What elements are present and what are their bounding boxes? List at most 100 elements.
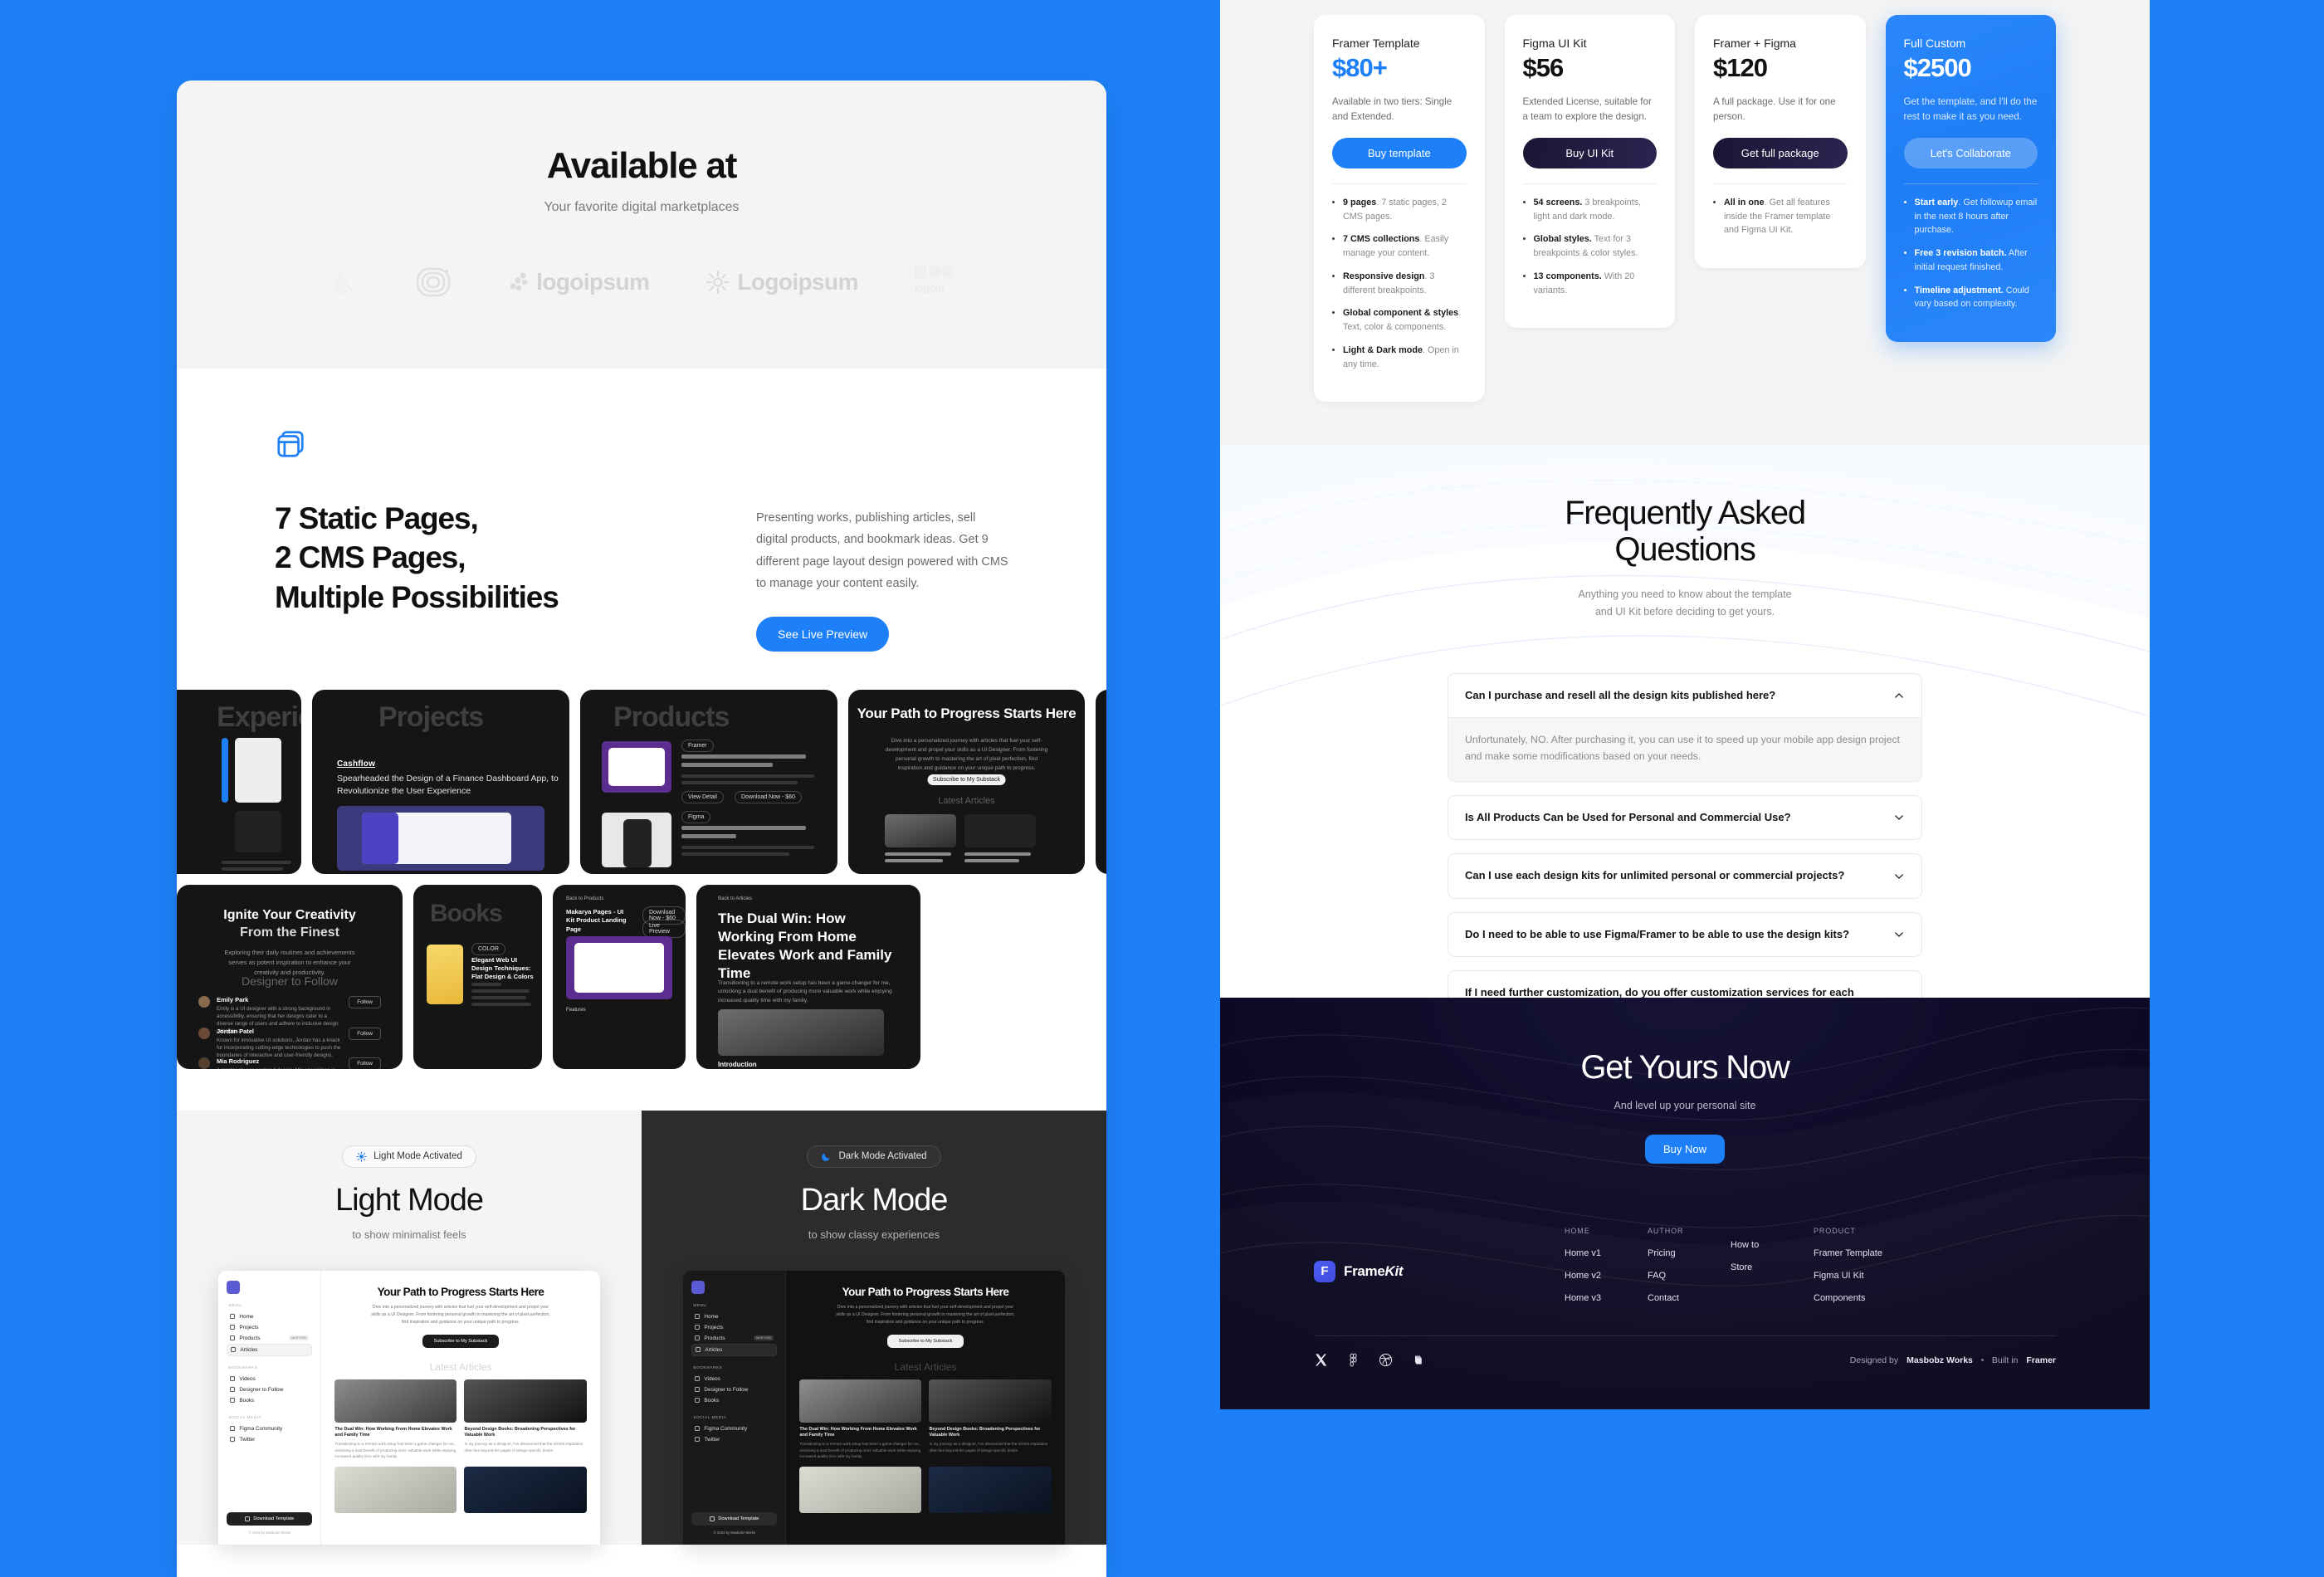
cube-icon[interactable]: [1411, 1353, 1425, 1367]
buy-now-button[interactable]: Buy Now: [1644, 1135, 1726, 1164]
get-full-package-button[interactable]: Get full package: [1713, 138, 1848, 168]
mock-nav-videos[interactable]: Videos: [227, 1374, 312, 1384]
figma-icon[interactable]: [1346, 1353, 1360, 1367]
pricing-card-full-custom[interactable]: Full Custom $2500 Get the template, and …: [1885, 15, 2056, 343]
divider: [1713, 183, 1848, 184]
mock-nav-twitter[interactable]: Twitter: [691, 1434, 777, 1445]
footer-link-home-v2[interactable]: Home v2: [1565, 1271, 1613, 1281]
faq-item-1[interactable]: Is All Products Can be Used for Personal…: [1448, 795, 1922, 841]
mock-nav-home[interactable]: Home: [691, 1311, 777, 1322]
footer-brand[interactable]: F FrameKit: [1314, 1227, 1565, 1316]
framekit-logo-icon: F: [1314, 1260, 1335, 1282]
preview-card-about[interactable]: Experience: [177, 689, 301, 874]
preview-ghost-title: Projects: [378, 701, 484, 733]
mock-subscribe-button[interactable]: Subscribe to My Substack: [886, 1334, 964, 1348]
preview-card-books[interactable]: Books COLOR Elegant Web UI Design Techni…: [413, 884, 542, 1069]
mock-nav-projects[interactable]: Projects: [691, 1322, 777, 1333]
mock-nav-twitter[interactable]: Twitter: [227, 1434, 312, 1445]
mock-nav-books[interactable]: Books: [691, 1395, 777, 1406]
mock-hero-title: Your Path to Progress Starts Here: [842, 1285, 1009, 1298]
back-link[interactable]: Back to Products: [566, 896, 603, 901]
faq-question[interactable]: If I need further customization, do you …: [1448, 971, 1921, 998]
mock-nav-articles[interactable]: Articles: [227, 1343, 313, 1356]
pricing-card-framer-template[interactable]: Framer Template $80+ Available in two ti…: [1314, 15, 1485, 403]
dark-mode-mockup: MENU Home Projects Products MUST-SEE Arti…: [683, 1270, 1065, 1545]
faq-item-0[interactable]: Can I purchase and resell all the design…: [1448, 672, 1922, 783]
buy-ui-kit-button[interactable]: Buy UI Kit: [1522, 138, 1657, 168]
mock-nav-label: Twitter: [704, 1436, 720, 1443]
designer-row: Mia Rodriguez A master of user-centered …: [198, 1057, 381, 1069]
pricing-card-figma-ui-kit[interactable]: Figma UI Kit $56 Extended License, suita…: [1504, 15, 1675, 329]
preview-card-designers[interactable]: Ignite Your Creativity From the Finest E…: [177, 884, 403, 1069]
mock-nav-figma[interactable]: Figma Community: [227, 1423, 312, 1434]
faq-question[interactable]: Can I purchase and resell all the design…: [1448, 674, 1921, 717]
dribbble-icon[interactable]: [1379, 1353, 1393, 1367]
mock-download-button[interactable]: Download Template: [691, 1511, 778, 1526]
mock-nav-home[interactable]: Home: [227, 1311, 312, 1322]
follow-button[interactable]: Follow: [349, 1027, 381, 1040]
mock-nav-projects[interactable]: Projects: [227, 1322, 312, 1333]
mock-article-card[interactable]: The Dual Win: How Working From Home Elev…: [334, 1379, 457, 1460]
mock-subscribe-button[interactable]: Subscribe to My Substack: [422, 1334, 500, 1348]
mock-nav-books[interactable]: Books: [227, 1395, 312, 1406]
pricing-card-framer-plus-figma[interactable]: Framer + Figma $120 A full package. Use …: [1695, 15, 1866, 269]
twitter-icon: [230, 1437, 236, 1442]
footer-link-home-v3[interactable]: Home v3: [1565, 1293, 1613, 1303]
cart-icon: [695, 1335, 701, 1340]
mock-download-button[interactable]: Download Template: [227, 1511, 313, 1526]
mock-nav-figma[interactable]: Figma Community: [691, 1423, 777, 1434]
chevron-down-icon[interactable]: [1893, 812, 1905, 823]
faq-question[interactable]: Do I need to be able to use Figma/Framer…: [1448, 913, 1921, 956]
preview-card-projects[interactable]: Projects Cashflow Spearheaded the Design…: [312, 689, 569, 874]
mock-article-excerpt: Transitioning to a remote work setup has…: [334, 1442, 456, 1458]
faq-question[interactable]: Is All Products Can be Used for Personal…: [1448, 796, 1921, 839]
footer-link-home-v1[interactable]: Home v1: [1565, 1248, 1613, 1258]
footer-link-contact[interactable]: Contact: [1648, 1293, 1696, 1303]
logo-ipsum-3-text: logoipsum: [536, 269, 650, 295]
footer-link-pricing[interactable]: Pricing: [1648, 1248, 1696, 1258]
chevron-down-icon[interactable]: [1893, 929, 1905, 940]
follow-button[interactable]: Follow: [349, 1057, 381, 1069]
star-icon: [695, 1387, 701, 1392]
footer-link-components[interactable]: Components: [1814, 1293, 1903, 1303]
faq-item-2[interactable]: Can I use each design kits for unlimited…: [1448, 853, 1922, 899]
see-live-preview-button[interactable]: See Live Preview: [756, 616, 890, 652]
subscribe-chip[interactable]: Subscribe to My Substack: [927, 774, 1006, 785]
mock-nav-videos[interactable]: Videos: [691, 1374, 777, 1384]
chevron-down-icon[interactable]: [1893, 871, 1905, 882]
preview-ghost-title: Books: [430, 899, 503, 927]
preview-card-product-detail[interactable]: Back to Products Makarya Pages - UI Kit …: [553, 884, 686, 1069]
preview-card-article-detail[interactable]: Back to Articles The Dual Win: How Worki…: [696, 884, 920, 1069]
logo-ipsum-3: logoipsum: [508, 263, 650, 301]
footer-link-framer-template[interactable]: Framer Template: [1814, 1248, 1903, 1258]
mock-nav-products[interactable]: Products MUST-SEE: [691, 1333, 777, 1344]
footer-link-faq[interactable]: FAQ: [1648, 1271, 1696, 1281]
dark-mode-subtitle: to show classy experiences: [808, 1228, 940, 1241]
mock-nav-designers[interactable]: Designer to Follow: [691, 1384, 777, 1395]
mock-nav-products[interactable]: Products MUST-SEE: [227, 1333, 312, 1344]
chevron-up-icon[interactable]: [1893, 690, 1905, 701]
faq-question[interactable]: Can I use each design kits for unlimited…: [1448, 854, 1921, 897]
back-link[interactable]: Back to Articles: [718, 896, 752, 901]
buy-template-button[interactable]: Buy template: [1332, 138, 1467, 168]
lets-collaborate-button[interactable]: Let's Collaborate: [1903, 138, 2038, 168]
mock-article-card[interactable]: Beyond Design Books: Broadening Perspect…: [929, 1379, 1052, 1460]
mock-article-excerpt: In my journey as a designer, I've discov…: [464, 1442, 583, 1452]
preview-card-products[interactable]: Products Framer View Detail Download Now…: [580, 689, 837, 874]
x-icon[interactable]: [1314, 1353, 1328, 1367]
mock-article-card[interactable]: Beyond Design Books: Broadening Perspect…: [464, 1379, 587, 1460]
footer-link-how-to[interactable]: How to: [1731, 1240, 1779, 1250]
preview-card-articles[interactable]: Your Path to Progress Starts Here Dive i…: [848, 689, 1085, 874]
mock-article-card[interactable]: The Dual Win: How Working From Home Elev…: [799, 1379, 922, 1460]
mock-nav-articles[interactable]: Articles: [691, 1343, 778, 1356]
footer-link-store[interactable]: Store: [1731, 1262, 1779, 1272]
preview-card-videos[interactable]: Videos MINI TEXTOR: [1096, 689, 1106, 874]
plan-description: Get the template, and I'll do the rest t…: [1903, 96, 2038, 122]
preview-chip[interactable]: Live Preview: [642, 919, 686, 938]
follow-button[interactable]: Follow: [349, 995, 381, 1008]
mock-nav-designers[interactable]: Designer to Follow: [227, 1384, 312, 1395]
faq-item-4[interactable]: If I need further customization, do you …: [1448, 969, 1922, 998]
faq-item-3[interactable]: Do I need to be able to use Figma/Framer…: [1448, 911, 1922, 957]
footer-link-figma-ui-kit[interactable]: Figma UI Kit: [1814, 1271, 1903, 1281]
footer-column-author-extra: How to Store: [1731, 1227, 1779, 1316]
